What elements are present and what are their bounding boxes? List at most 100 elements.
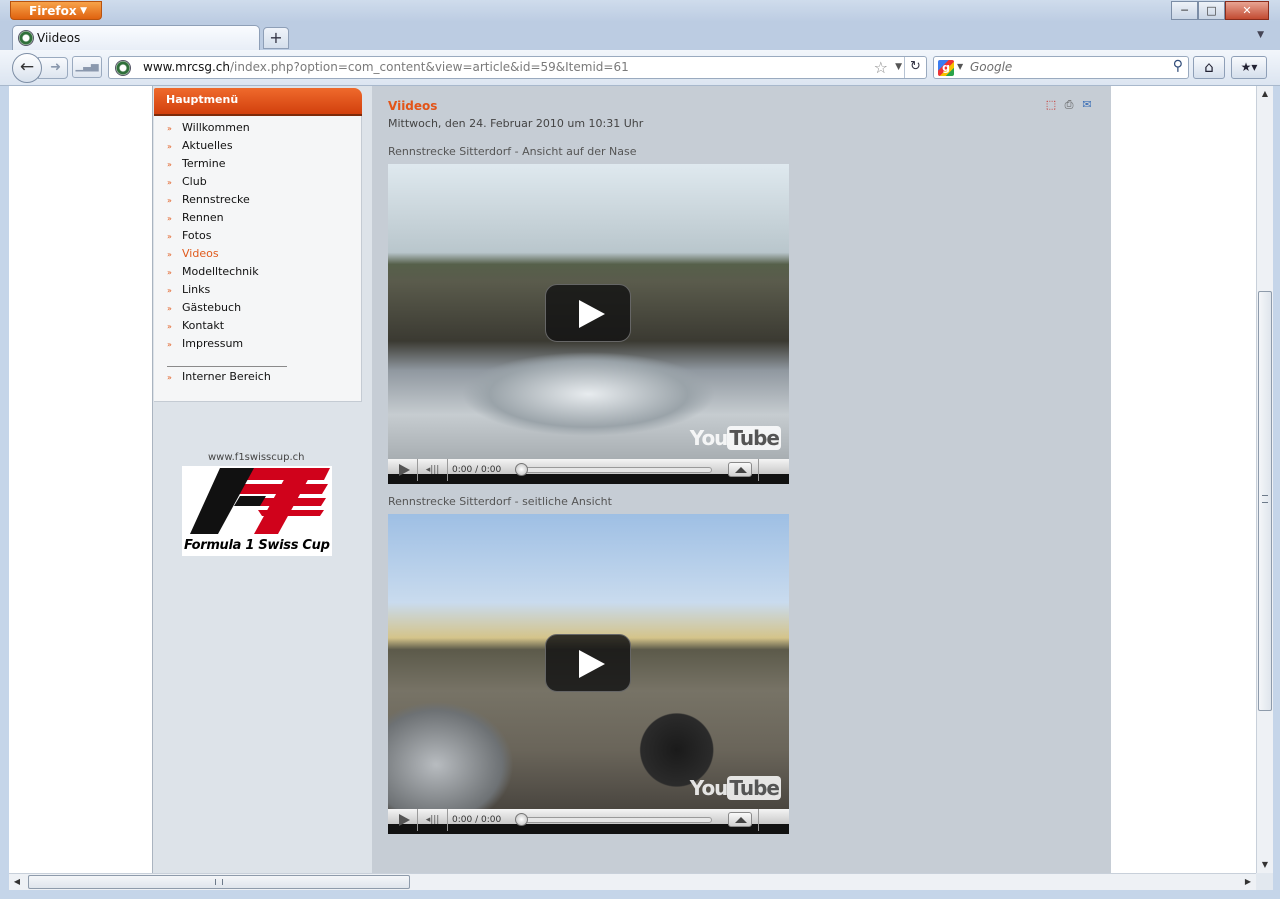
- menu-item-modelltechnik[interactable]: » Modelltechnik: [167, 264, 259, 280]
- seek-handle[interactable]: [515, 813, 528, 826]
- url-history-dropdown-icon[interactable]: ▼: [895, 62, 902, 72]
- f1-swiss-cup-logo[interactable]: Formula 1 Swiss Cup: [182, 466, 332, 556]
- menu-item-rennstrecke[interactable]: » Rennstrecke: [167, 192, 250, 208]
- page-viewport: Hauptmenü » Willkommen » Aktuelles » Termin…: [9, 86, 1256, 873]
- menu-item-links[interactable]: » Links: [167, 282, 210, 298]
- search-icon[interactable]: ⚲: [1173, 58, 1183, 74]
- main-menu: » Willkommen » Aktuelles » Termine » Club » R…: [154, 116, 362, 402]
- tab-title: Viideos: [37, 31, 81, 45]
- player-controls: ◂||| 0:00 / 0:00: [388, 459, 789, 484]
- menu-bullet-icon: »: [167, 286, 172, 295]
- email-icon[interactable]: ✉: [1080, 98, 1094, 112]
- new-tab-button[interactable]: +: [263, 27, 289, 49]
- menu-item-rennen[interactable]: » Rennen: [167, 210, 224, 226]
- seek-bar[interactable]: [518, 467, 712, 473]
- reload-button[interactable]: ↻: [904, 57, 926, 78]
- youtube-logo[interactable]: You Tube: [690, 776, 781, 800]
- sponsor-name: Formula 1 Swiss Cup: [184, 538, 330, 553]
- back-forward-group: ➜ ←: [12, 53, 68, 83]
- play-icon[interactable]: [545, 634, 631, 692]
- close-window-button[interactable]: ✕: [1225, 1, 1269, 20]
- seek-handle[interactable]: [515, 463, 528, 476]
- navigation-toolbar: ➜ ← ▁▃▅ www.mrcsg.ch/index.php?option=co…: [0, 50, 1280, 86]
- menu-bullet-icon: »: [167, 250, 172, 259]
- menu-bullet-icon: »: [167, 142, 172, 151]
- maximize-button[interactable]: □: [1198, 1, 1225, 20]
- player-controls: ◂||| 0:00 / 0:00: [388, 809, 789, 834]
- play-icon[interactable]: [545, 284, 631, 342]
- menu-item-termine[interactable]: » Termine: [167, 156, 225, 172]
- menu-bullet-icon: »: [167, 268, 172, 277]
- menu-bullet-icon: »: [167, 322, 172, 331]
- menu-item-videos[interactable]: » Videos: [167, 246, 219, 262]
- horizontal-scrollbar[interactable]: ◀ ▶: [9, 873, 1256, 890]
- bookmark-star-icon[interactable]: ☆: [874, 58, 888, 77]
- volume-icon[interactable]: ◂|||: [418, 809, 448, 831]
- tab-videos[interactable]: Viideos: [12, 25, 260, 50]
- signal-bars-icon[interactable]: ▁▃▅: [72, 56, 102, 78]
- search-bar[interactable]: g ▼ Google ⚲: [933, 56, 1189, 79]
- print-icon[interactable]: ⎙: [1062, 98, 1076, 112]
- scroll-right-arrow-icon[interactable]: ▶: [1240, 874, 1256, 890]
- home-button[interactable]: ⌂: [1193, 56, 1225, 79]
- site-identity-icon[interactable]: [115, 60, 131, 76]
- window-controls: ─ □ ✕: [1171, 1, 1269, 20]
- vertical-scrollbar[interactable]: ▲ ▼: [1256, 86, 1273, 873]
- menu-item-club[interactable]: » Club: [167, 174, 207, 190]
- engine-dropdown-icon[interactable]: ▼: [957, 62, 963, 71]
- fullscreen-button[interactable]: [758, 459, 789, 481]
- scroll-up-arrow-icon[interactable]: ▲: [1257, 86, 1273, 102]
- sponsor-url[interactable]: www.f1swisscup.ch: [208, 452, 304, 463]
- menu-item-gaestebuch[interactable]: » Gästebuch: [167, 300, 241, 316]
- scroll-down-arrow-icon[interactable]: ▼: [1257, 857, 1273, 873]
- firefox-menu-button[interactable]: Firefox ▼: [10, 1, 102, 20]
- menu-item-interner-bereich[interactable]: » Interner Bereich: [167, 369, 271, 385]
- menu-item-impressum[interactable]: » Impressum: [167, 336, 243, 352]
- horizontal-scroll-thumb[interactable]: [28, 875, 410, 889]
- url-path: /index.php?option=com_content&view=artic…: [230, 60, 629, 74]
- title-bar: Firefox ▼ ─ □ ✕: [0, 0, 1280, 22]
- youtube-logo[interactable]: You Tube: [690, 426, 781, 450]
- url-text[interactable]: www.mrcsg.ch/index.php?option=com_conten…: [143, 57, 629, 78]
- site-favicon-icon: [18, 30, 34, 46]
- main-content: Viideos Mittwoch, den 24. Februar 2010 u…: [372, 86, 1111, 873]
- menu-bullet-icon: »: [167, 340, 172, 349]
- menu-bullet-icon: »: [167, 178, 172, 187]
- minimize-button[interactable]: ─: [1171, 1, 1198, 20]
- article-actions: ⬚ ⎙ ✉: [1044, 98, 1094, 112]
- play-button[interactable]: [388, 809, 418, 831]
- expand-button[interactable]: [728, 462, 752, 477]
- main-menu-header: Hauptmenü: [154, 88, 362, 114]
- article-title[interactable]: Viideos: [388, 99, 437, 113]
- grip-icon: [215, 879, 223, 885]
- play-button[interactable]: [388, 459, 418, 481]
- firefox-menu-label: Firefox: [29, 4, 77, 18]
- menu-item-aktuelles[interactable]: » Aktuelles: [167, 138, 233, 154]
- scrollbar-corner: [1256, 873, 1273, 890]
- fullscreen-button[interactable]: [758, 809, 789, 831]
- menu-bullet-icon: »: [167, 196, 172, 205]
- article-date: Mittwoch, den 24. Februar 2010 um 10:31 …: [388, 117, 644, 130]
- vertical-scroll-thumb[interactable]: [1258, 291, 1272, 711]
- time-display: 0:00 / 0:00: [452, 465, 502, 475]
- url-bar[interactable]: www.mrcsg.ch/index.php?option=com_conten…: [108, 56, 927, 79]
- bookmarks-button[interactable]: ★▾: [1231, 56, 1267, 79]
- grip-icon: [1262, 495, 1268, 503]
- video-player[interactable]: You Tube ◂||| 0:00 / 0:00: [388, 514, 789, 834]
- video-caption: Rennstrecke Sitterdorf - Ansicht auf der…: [388, 145, 637, 158]
- seek-bar[interactable]: [518, 817, 712, 823]
- f1-logo-graphic: [190, 468, 330, 534]
- tab-list-chevron-icon[interactable]: ▼: [1257, 30, 1264, 40]
- video-player[interactable]: You Tube ◂||| 0:00 / 0:00: [388, 164, 789, 484]
- menu-item-willkommen[interactable]: » Willkommen: [167, 120, 250, 136]
- back-button[interactable]: ←: [12, 53, 42, 83]
- expand-button[interactable]: [728, 812, 752, 827]
- menu-item-kontakt[interactable]: » Kontakt: [167, 318, 224, 334]
- menu-item-fotos[interactable]: » Fotos: [167, 228, 211, 244]
- pdf-icon[interactable]: ⬚: [1044, 98, 1058, 112]
- volume-icon[interactable]: ◂|||: [418, 459, 448, 481]
- google-engine-icon[interactable]: g: [938, 60, 954, 76]
- scroll-left-arrow-icon[interactable]: ◀: [9, 874, 25, 890]
- search-input[interactable]: Google: [970, 57, 1012, 78]
- forward-button[interactable]: ➜: [38, 57, 68, 79]
